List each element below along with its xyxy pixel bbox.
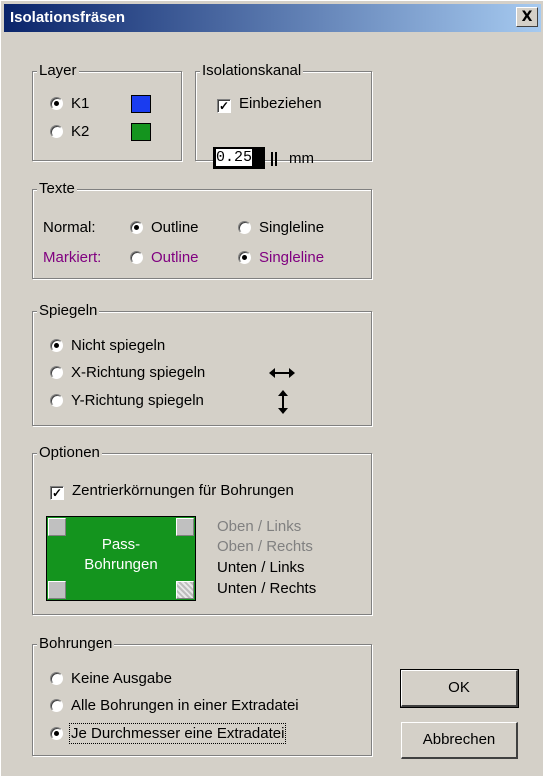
isolation-width-input[interactable]: 0.25 <box>213 147 265 169</box>
drill-output-none-radio[interactable]: Keine Ausgabe <box>50 670 172 688</box>
drill-output-single-file-radio[interactable]: Alle Bohrungen in einer Extradatei <box>50 697 299 715</box>
pass-holes-board: Pass- Bohrungen <box>46 516 196 601</box>
pass-holes-label-line2: Bohrungen <box>84 556 158 573</box>
mirror-none-label: Nicht spiegeln <box>71 337 166 354</box>
text-normal-label: Normal: <box>43 219 96 236</box>
center-punch-label: Zentrierkörnungen für Bohrungen <box>72 482 294 499</box>
bohrungen-group-label: Bohrungen <box>37 635 115 653</box>
window-title: Isolationsfräsen <box>10 9 126 26</box>
cancel-button[interactable]: Abbrechen <box>401 722 518 759</box>
text-normal-outline-radio[interactable]: Outline <box>130 219 199 237</box>
mirror-y-label: Y-Richtung spiegeln <box>71 392 204 409</box>
text-marked-outline-label: Outline <box>151 249 199 266</box>
layer-group-label: Layer <box>37 62 79 80</box>
radio-icon <box>50 699 63 712</box>
position-bottom-right-text: Unten / Rechts <box>217 580 317 597</box>
drill-output-single-file-label: Alle Bohrungen in einer Extradatei <box>71 697 299 714</box>
drill-output-per-diameter-radio[interactable]: Je Durchmesser eine Extradatei <box>50 723 287 744</box>
position-top-right-text: Oben / Rechts <box>217 538 313 555</box>
layer-k2-radio[interactable]: K2 <box>50 123 89 141</box>
text-normal-singleline-radio[interactable]: Singleline <box>238 219 324 237</box>
isolationskanal-group-label: Isolationskanal <box>200 62 304 80</box>
ok-button[interactable]: OK <box>400 669 519 708</box>
horizontal-arrow-icon <box>269 368 295 378</box>
pass-corner-bottom-left[interactable] <box>48 581 66 599</box>
isolation-width-value: 0.25 <box>216 149 253 166</box>
isolation-width-unit: mm <box>289 150 314 167</box>
text-marked-singleline-radio[interactable]: Singleline <box>238 249 324 267</box>
drill-output-per-diameter-label: Je Durchmesser eine Extradatei <box>68 723 287 744</box>
text-normal-outline-label: Outline <box>151 219 199 236</box>
vertical-arrow-icon <box>278 390 288 414</box>
layer-k1-label: K1 <box>71 95 90 112</box>
einbeziehen-label: Einbeziehen <box>239 95 322 112</box>
radio-icon <box>238 221 251 234</box>
text-marked-outline-radio[interactable]: Outline <box>130 249 199 267</box>
radio-icon <box>50 672 63 685</box>
spiegeln-group-label: Spiegeln <box>37 302 100 320</box>
position-bottom-left-text: Unten / Links <box>217 559 305 576</box>
cancel-button-label: Abbrechen <box>422 731 496 748</box>
mirror-x-label: X-Richtung spiegeln <box>71 364 206 381</box>
optionen-group-label: Optionen <box>37 444 102 462</box>
text-marked-label: Markiert: <box>43 249 102 266</box>
text-normal-singleline-label: Singleline <box>259 219 325 236</box>
radio-icon <box>50 366 63 379</box>
pass-holes-label: Pass- Bohrungen <box>47 535 195 575</box>
mirror-x-radio[interactable]: X-Richtung spiegeln <box>50 364 205 382</box>
layer-k1-color-swatch <box>131 95 151 113</box>
mirror-none-radio[interactable]: Nicht spiegeln <box>50 337 165 355</box>
spin-arrows-icon[interactable] <box>270 151 278 167</box>
radio-icon <box>130 251 143 264</box>
layer-k2-color-swatch <box>131 123 151 141</box>
close-icon: X <box>521 9 533 25</box>
text-marked-singleline-label: Singleline <box>259 249 325 266</box>
mirror-y-radio[interactable]: Y-Richtung spiegeln <box>50 392 204 410</box>
center-punch-checkbox[interactable]: ✓ Zentrierkörnungen für Bohrungen <box>50 482 294 500</box>
ok-button-label: OK <box>448 679 470 696</box>
radio-icon <box>130 221 143 234</box>
pass-corner-top-left[interactable] <box>48 518 66 536</box>
close-button[interactable]: X <box>516 7 538 27</box>
radio-icon <box>50 339 63 352</box>
radio-icon <box>238 251 251 264</box>
pass-corner-bottom-right[interactable] <box>176 581 194 599</box>
drill-output-none-label: Keine Ausgabe <box>71 670 172 687</box>
position-top-left-text: Oben / Links <box>217 518 302 535</box>
checkmark-icon: ✓ <box>217 99 231 113</box>
radio-icon <box>50 394 63 407</box>
checkmark-icon: ✓ <box>50 486 64 500</box>
title-bar[interactable]: Isolationsfräsen X <box>4 4 541 32</box>
layer-group: Layer <box>32 62 182 161</box>
pass-corner-top-right[interactable] <box>176 518 194 536</box>
pass-holes-label-line1: Pass- <box>101 536 141 553</box>
radio-icon <box>50 97 63 110</box>
texte-group-label: Texte <box>37 180 77 198</box>
einbeziehen-checkbox[interactable]: ✓ Einbeziehen <box>217 95 322 113</box>
layer-k2-label: K2 <box>71 123 90 140</box>
radio-icon <box>50 125 63 138</box>
dialog-window: Isolationsfräsen X Layer K1 K2 Isolation… <box>0 0 543 776</box>
radio-icon <box>50 727 63 740</box>
layer-k1-radio[interactable]: K1 <box>50 95 89 113</box>
